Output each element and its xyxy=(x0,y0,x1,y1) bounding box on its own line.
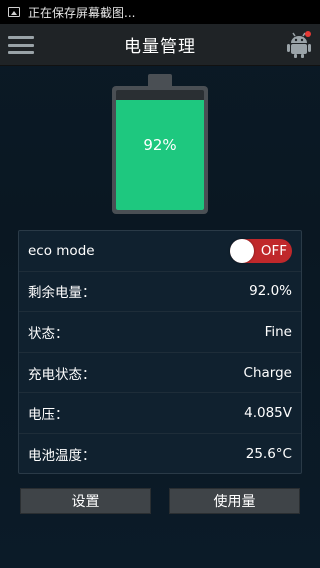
android-robot-icon[interactable] xyxy=(286,31,312,59)
settings-button[interactable]: 设置 xyxy=(20,488,151,514)
info-row-charging: 充电状态： Charge xyxy=(19,353,301,394)
battery-level-fill xyxy=(116,99,204,210)
battery-info-panel: eco mode OFF 剩余电量： 92.0% 状态： Fine 充电状态： … xyxy=(18,230,302,474)
eco-mode-label: eco mode xyxy=(28,242,95,259)
toggle-state-text: OFF xyxy=(260,242,287,259)
toggle-knob xyxy=(230,238,254,263)
battery-percent-label: 92% xyxy=(143,136,177,154)
battery-body: 92% xyxy=(112,86,208,214)
battery-graphic: 92% xyxy=(112,74,208,214)
status-notification-text: 正在保存屏幕截图... xyxy=(28,5,136,20)
temperature-value: 25.6°C xyxy=(245,446,292,463)
status-label: 状态： xyxy=(28,325,69,342)
voltage-label: 电压： xyxy=(28,407,69,424)
charging-label: 充电状态： xyxy=(28,366,96,383)
status-bar: 正在保存屏幕截图... xyxy=(0,0,320,24)
remaining-value: 92.0% xyxy=(249,283,292,300)
info-row-status: 状态： Fine xyxy=(19,312,301,353)
status-value: Fine xyxy=(264,323,292,340)
info-row-temperature: 电池温度： 25.6°C xyxy=(19,434,301,475)
voltage-value: 4.085V xyxy=(244,405,292,422)
battery-cap xyxy=(148,74,172,86)
app-header: 电量管理 xyxy=(0,24,320,66)
charging-value: Charge xyxy=(243,364,292,381)
eco-mode-row: eco mode OFF xyxy=(19,231,301,272)
page-title: 电量管理 xyxy=(124,37,196,57)
eco-mode-toggle[interactable]: OFF xyxy=(230,238,292,263)
info-row-remaining: 剩余电量： 92.0% xyxy=(19,272,301,313)
screenshot-icon xyxy=(8,7,20,17)
hamburger-menu-icon[interactable] xyxy=(8,34,34,56)
info-row-voltage: 电压： 4.085V xyxy=(19,393,301,434)
usage-button[interactable]: 使用量 xyxy=(169,488,300,514)
remaining-label: 剩余电量： xyxy=(28,285,96,302)
temperature-label: 电池温度： xyxy=(28,448,96,465)
